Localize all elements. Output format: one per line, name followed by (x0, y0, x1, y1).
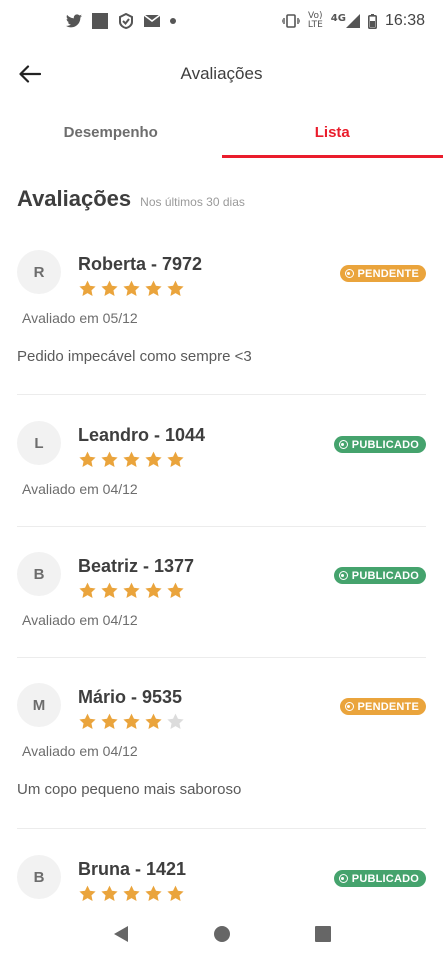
star-filled-icon (167, 280, 184, 296)
star-filled-icon (167, 582, 184, 598)
cell-signal: 4G (331, 14, 360, 28)
star-filled-icon (145, 582, 162, 598)
review-date: Avaliado em 04/12 (22, 743, 138, 759)
reviewer-name: Mário - 9535 (78, 687, 183, 707)
star-filled-icon (145, 713, 162, 729)
avatar: L (17, 421, 61, 465)
review-comment: Um copo pequeno mais saboroso (17, 781, 242, 798)
star-filled-icon (145, 280, 162, 296)
status-label: PUBLICADO (351, 569, 419, 582)
avatar: R (17, 250, 61, 294)
back-triangle-icon (113, 926, 128, 942)
star-filled-icon (123, 280, 140, 296)
status-badge: PUBLICADO (333, 567, 426, 584)
tab-desempenho[interactable]: Desempenho (0, 106, 222, 158)
status-dot-icon (344, 269, 354, 278)
clock: 16:38 (384, 12, 425, 29)
checkmark-badge-icon (118, 13, 134, 29)
star-filled-icon (145, 451, 162, 467)
star-empty-icon (167, 713, 184, 729)
app-square-icon (92, 13, 108, 29)
reviewer-name: Bruna - 1421 (78, 859, 187, 879)
star-rating (78, 884, 185, 903)
star-filled-icon (123, 713, 140, 729)
star-filled-icon (101, 582, 118, 598)
system-nav-bar (0, 908, 443, 960)
status-badge: PENDENTE (339, 265, 426, 282)
home-circle-icon (213, 926, 230, 942)
avatar: B (17, 552, 61, 596)
mail-icon (144, 15, 160, 27)
divider (17, 828, 426, 829)
recents-square-icon (314, 926, 331, 942)
page-title: Avaliações (180, 64, 263, 83)
review-date: Avaliado em 04/12 (22, 481, 138, 497)
tab-lista[interactable]: Lista (221, 106, 443, 158)
review-comment: Pedido impecável como sempre <3 (17, 348, 252, 365)
reviewer-name: Beatriz - 1377 (78, 556, 195, 576)
divider (17, 657, 426, 658)
status-label: PUBLICADO (351, 438, 419, 451)
nav-back-button[interactable] (101, 914, 141, 954)
star-filled-icon (123, 582, 140, 598)
divider (17, 526, 426, 527)
star-rating (78, 450, 185, 469)
star-filled-icon (167, 885, 184, 901)
star-filled-icon (79, 713, 96, 729)
star-rating (78, 712, 185, 731)
signal-icon (345, 14, 360, 28)
status-dot-icon (344, 702, 354, 711)
nav-recents-button[interactable] (303, 914, 343, 954)
volte-indicator: Vo) LTE (308, 12, 323, 30)
star-filled-icon (123, 451, 140, 467)
status-label: PUBLICADO (351, 872, 419, 885)
reviewer-name: Roberta - 7972 (78, 254, 203, 274)
status-label: PENDENTE (357, 700, 419, 713)
review-date: Avaliado em 05/12 (22, 310, 138, 326)
section-subtitle: Nos últimos 30 dias (140, 195, 245, 209)
status-system: Vo) LTE 4G 16:38 (281, 12, 425, 30)
section-title: Avaliações (17, 186, 132, 211)
network-type: 4G (330, 13, 346, 24)
status-dot-icon (338, 440, 348, 449)
tab-bar: Desempenho Lista (0, 106, 443, 158)
network-label-bottom: LTE (307, 20, 323, 30)
star-filled-icon (145, 885, 162, 901)
star-filled-icon (79, 451, 96, 467)
star-rating (78, 581, 185, 600)
star-filled-icon (79, 582, 96, 598)
star-filled-icon (79, 885, 96, 901)
star-rating (78, 279, 185, 298)
star-filled-icon (101, 885, 118, 901)
status-badge: PENDENTE (339, 698, 426, 715)
status-badge: PUBLICADO (333, 870, 426, 887)
status-bar: Vo) LTE 4G 16:38 (0, 0, 443, 42)
avatar: B (17, 855, 61, 899)
status-dot-icon (338, 874, 348, 883)
star-filled-icon (101, 451, 118, 467)
section-header: Avaliações Nos últimos 30 dias (17, 186, 245, 212)
app-header: Avaliações (0, 50, 443, 98)
divider (17, 394, 426, 395)
status-notifications (66, 13, 176, 29)
star-filled-icon (167, 451, 184, 467)
twitter-icon (66, 14, 82, 28)
vibrate-icon (281, 14, 300, 28)
status-dot-icon (338, 571, 348, 580)
reviewer-name: Leandro - 1044 (78, 425, 206, 445)
review-date: Avaliado em 04/12 (22, 612, 138, 628)
status-badge: PUBLICADO (333, 436, 426, 453)
avatar: M (17, 683, 61, 727)
nav-home-button[interactable] (202, 914, 242, 954)
star-filled-icon (101, 280, 118, 296)
status-label: PENDENTE (357, 267, 419, 280)
notification-dot-icon (170, 18, 176, 24)
battery-icon (367, 13, 377, 29)
star-filled-icon (101, 713, 118, 729)
star-filled-icon (123, 885, 140, 901)
star-filled-icon (79, 280, 96, 296)
